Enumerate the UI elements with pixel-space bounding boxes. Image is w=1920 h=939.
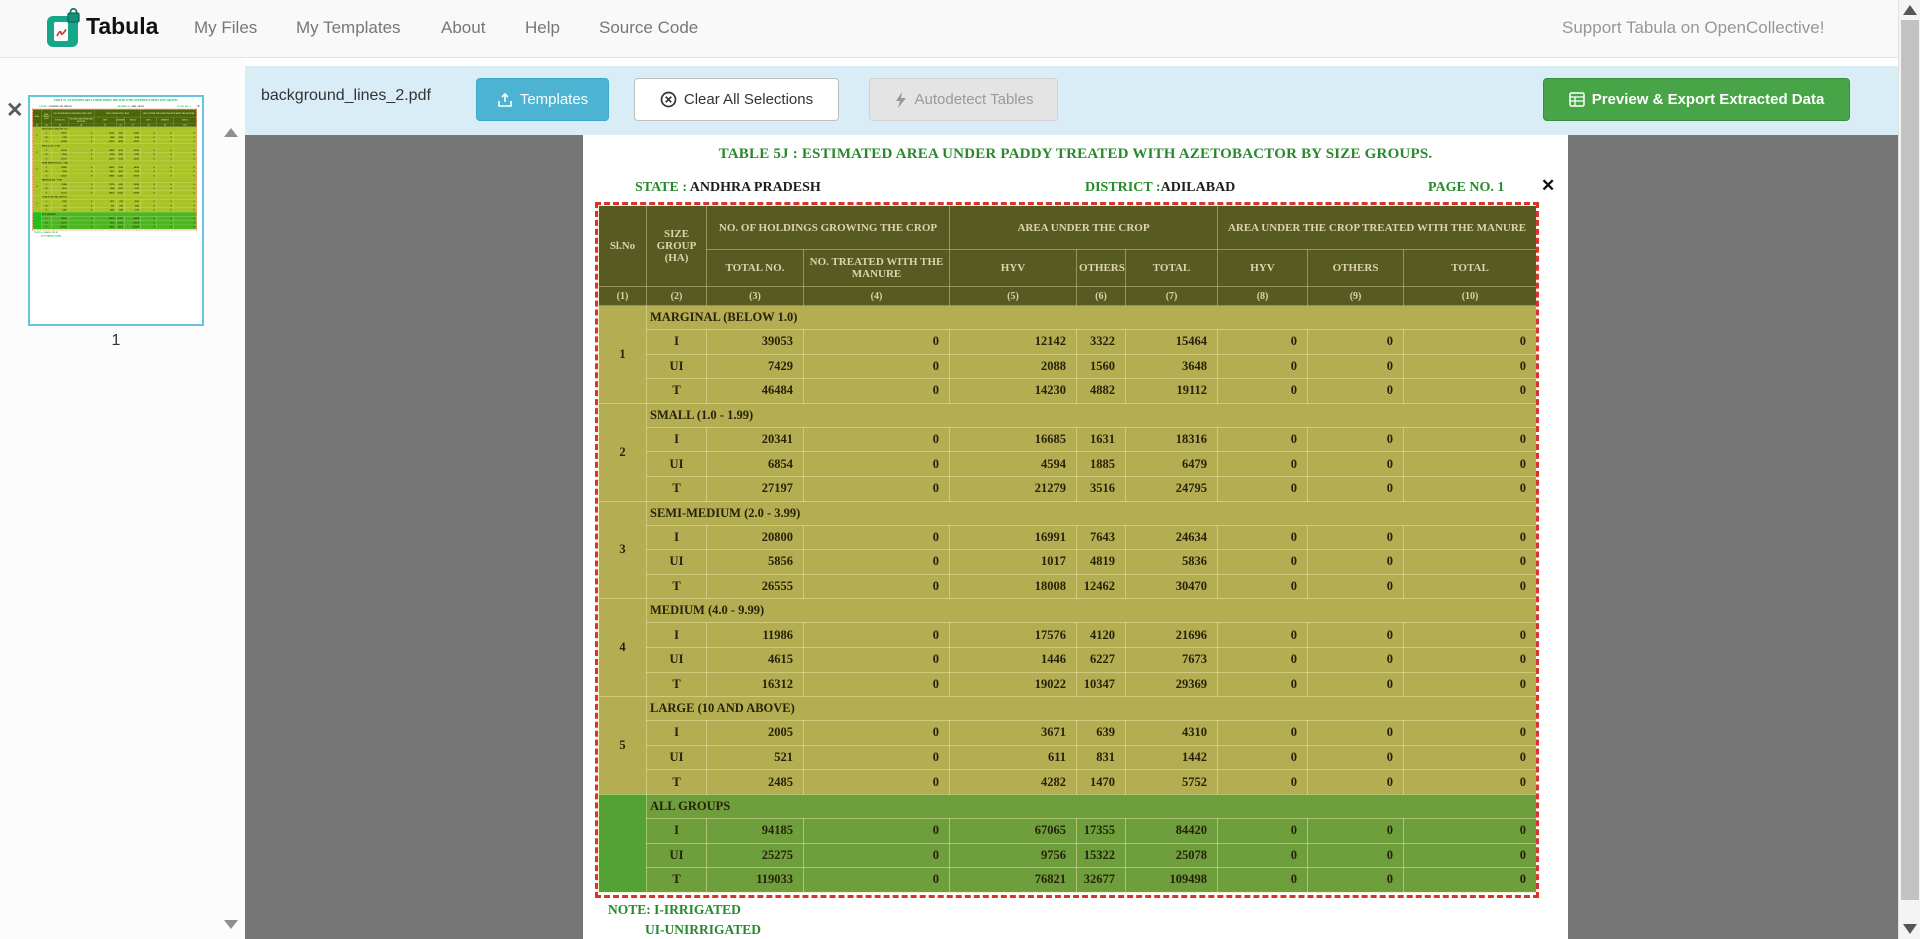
selection-box bbox=[32, 109, 197, 231]
district-text: DISTRICT :ADILABAD bbox=[118, 105, 144, 108]
selection-box[interactable] bbox=[595, 202, 1539, 898]
thumbnail-page-render: TABLE 5J : ESTIMATED AREA UNDER PADDY TR… bbox=[30, 97, 202, 324]
pdf-table-title: TABLE 5J : ESTIMATED AREA UNDER PADDY TR… bbox=[30, 99, 202, 102]
table-icon bbox=[1569, 92, 1585, 107]
templates-button-label: Templates bbox=[520, 91, 588, 108]
note-line-1: NOTE: I-IRRIGATED bbox=[34, 231, 57, 234]
scrollbar-thumb[interactable] bbox=[1901, 20, 1919, 900]
remove-selection-icon[interactable]: ✕ bbox=[1541, 177, 1555, 194]
page-no-text: PAGE NO. 1 bbox=[1428, 180, 1504, 196]
page-no-text: PAGE NO. 1 bbox=[178, 105, 191, 108]
clear-all-selections-button[interactable]: Clear All Selections bbox=[634, 78, 839, 121]
tabula-logo-icon[interactable] bbox=[46, 8, 82, 50]
nav-link-source-code[interactable]: Source Code bbox=[599, 18, 698, 38]
state-text: STATE : ANDHRA PRADESH bbox=[635, 180, 821, 196]
clear-all-selections-label: Clear All Selections bbox=[684, 91, 813, 108]
preview-export-button[interactable]: Preview & Export Extracted Data bbox=[1543, 78, 1850, 121]
remove-selection-icon: ✕ bbox=[197, 104, 199, 107]
templates-button[interactable]: Templates bbox=[476, 78, 609, 121]
thumbnail-page-number: 1 bbox=[28, 332, 204, 350]
remove-page-icon[interactable]: ✕ bbox=[6, 100, 24, 121]
autodetect-tables-button[interactable]: Autodetect Tables bbox=[869, 78, 1058, 121]
pdf-table-title: TABLE 5J : ESTIMATED AREA UNDER PADDY TR… bbox=[583, 146, 1568, 163]
brand-name[interactable]: Tabula bbox=[86, 13, 158, 40]
template-save-icon bbox=[497, 92, 513, 108]
pdf-filename: background_lines_2.pdf bbox=[261, 87, 431, 105]
nav-link-my-templates[interactable]: My Templates bbox=[296, 18, 401, 38]
toolbar: background_lines_2.pdf Templates Clear A… bbox=[245, 58, 1898, 135]
thumbnail-scaler: TABLE 5J : ESTIMATED AREA UNDER PADDY TR… bbox=[30, 97, 202, 324]
scrollbar-down-icon[interactable] bbox=[1903, 924, 1917, 934]
note-line-1: NOTE: I-IRRIGATED bbox=[608, 902, 741, 918]
preview-export-label: Preview & Export Extracted Data bbox=[1592, 91, 1825, 108]
district-text: DISTRICT :ADILABAD bbox=[1085, 180, 1235, 196]
autodetect-tables-label: Autodetect Tables bbox=[915, 91, 1034, 108]
window-scrollbar[interactable] bbox=[1898, 0, 1920, 939]
note-line-2: UI-UNIRRIGATED bbox=[41, 234, 61, 237]
note-line-2: UI-UNIRRIGATED bbox=[645, 922, 761, 938]
page-thumbnail-sidebar: ✕ TABLE 5J : ESTIMATED AREA UNDER PADDY … bbox=[0, 58, 245, 939]
sidebar-scroll-down-icon[interactable] bbox=[224, 920, 238, 929]
scrollbar-up-icon[interactable] bbox=[1903, 5, 1917, 15]
navbar: Tabula My Files My Templates About Help … bbox=[0, 0, 1898, 58]
pdf-page: TABLE 5J : ESTIMATED AREA UNDER PADDY TR… bbox=[583, 135, 1568, 939]
nav-link-about[interactable]: About bbox=[441, 18, 485, 38]
support-link[interactable]: Support Tabula on OpenCollective! bbox=[1562, 18, 1824, 38]
sidebar-scroll-up-icon[interactable] bbox=[224, 128, 238, 137]
nav-link-my-files[interactable]: My Files bbox=[194, 18, 257, 38]
circle-x-icon bbox=[660, 91, 677, 108]
nav-link-help[interactable]: Help bbox=[525, 18, 560, 38]
lightning-icon bbox=[894, 92, 908, 108]
page-thumbnail[interactable]: TABLE 5J : ESTIMATED AREA UNDER PADDY TR… bbox=[28, 95, 204, 326]
state-text: STATE : ANDHRA PRADESH bbox=[39, 105, 71, 108]
pdf-viewer-area: TABLE 5J : ESTIMATED AREA UNDER PADDY TR… bbox=[245, 135, 1898, 939]
